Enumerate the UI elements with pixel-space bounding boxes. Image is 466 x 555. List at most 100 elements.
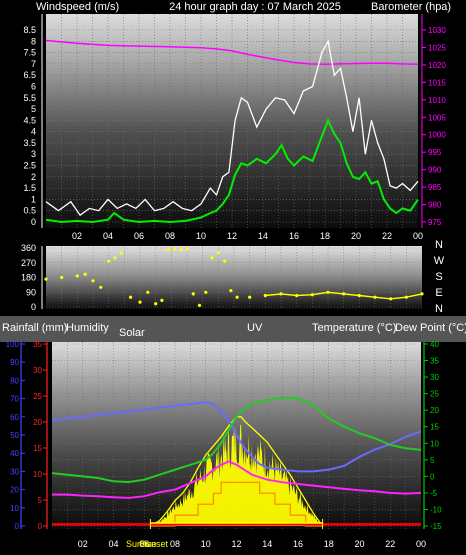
compass-s: S (435, 271, 442, 283)
humidity-tick-label: 50 (10, 431, 19, 440)
wind-y-tick-label: 3.5 (23, 138, 36, 148)
direction-point (160, 298, 164, 302)
wind-x-tick-label: 14 (258, 231, 268, 241)
temperature-tick-label: 40 (430, 340, 439, 349)
wind-y-tick-label: 7 (31, 59, 36, 69)
temperature-tick-label: -5 (430, 489, 438, 498)
temperature-tick-label: 20 (430, 406, 439, 415)
sunset-label: Sunset (140, 539, 169, 549)
wind-x-tick-label: 00 (413, 231, 423, 241)
wind-y-tick-label: 4 (31, 127, 36, 137)
wind-x-tick-label: 18 (320, 231, 330, 241)
lower-x-tick-label: 22 (385, 539, 395, 549)
direction-point (229, 289, 233, 293)
direction-point (91, 279, 95, 283)
temperature-tick-label: 25 (430, 390, 439, 399)
humidity-tick-label: 20 (10, 486, 19, 495)
wind-title: Windspeed (m/s) (36, 1, 119, 13)
wind-y-tick-label: 0 (31, 217, 36, 227)
direction-point (83, 272, 87, 276)
barometer-title: Barometer (hpa) (371, 1, 451, 13)
barometer-tick-label: 985 (428, 183, 442, 192)
wind-x-tick-label: 16 (289, 231, 299, 241)
humidity-tick-label: 40 (10, 449, 19, 458)
rainfall-tick-label: 35 (33, 340, 42, 349)
wind-y-tick-label: 5 (31, 104, 36, 114)
temperature-tick-label: 30 (430, 373, 439, 382)
rainfall-tick-label: 0 (38, 522, 43, 531)
direction-point (146, 290, 150, 294)
direction-y-tick-label: 180 (21, 273, 36, 283)
humidity-tick-label: 60 (10, 413, 19, 422)
wind-y-tick-label: 1.5 (23, 183, 36, 193)
direction-point (129, 295, 133, 299)
dewpoint-title: Dew Point (°C) (395, 322, 466, 334)
uv-title: UV (247, 322, 263, 334)
lower-x-tick-label: 12 (231, 539, 241, 549)
lower-x-tick-label: 02 (78, 539, 88, 549)
wind-y-tick-label: 5.5 (23, 93, 36, 103)
direction-point (235, 295, 239, 299)
barometer-tick-label: 980 (428, 201, 442, 210)
barometer-tick-label: 1025 (428, 43, 446, 52)
barometer-tick-label: 1020 (428, 61, 446, 70)
direction-point (191, 292, 195, 296)
rainfall-tick-label: 5 (38, 496, 43, 505)
barometer-tick-label: 975 (428, 218, 442, 227)
wind-y-tick-label: 6.5 (23, 70, 36, 80)
wind-x-tick-label: 10 (196, 231, 206, 241)
lower-x-tick-label: 20 (354, 539, 364, 549)
direction-point (75, 274, 79, 278)
wind-x-tick-label: 06 (134, 231, 144, 241)
direction-y-tick-label: 90 (26, 287, 36, 297)
compass-e: E (435, 287, 442, 299)
rainfall-tick-label: 15 (33, 444, 42, 453)
temperature-tick-label: 0 (430, 472, 435, 481)
wind-x-tick-label: 04 (103, 231, 113, 241)
direction-point (113, 256, 117, 260)
direction-point (60, 275, 64, 280)
wind-y-tick-label: 2.5 (23, 161, 36, 171)
lower-x-tick-label: 10 (201, 539, 211, 549)
wind-y-tick-label: 2 (31, 172, 36, 182)
humidity-title: Humidity (66, 322, 109, 334)
direction-point (44, 277, 48, 281)
lower-x-tick-label: 08 (170, 539, 180, 549)
lower-x-tick-label: 18 (324, 539, 334, 549)
direction-point (248, 295, 252, 299)
humidity-tick-label: 80 (10, 376, 19, 385)
temperature-tick-label: 5 (430, 456, 435, 465)
lower-x-tick-label: 16 (293, 539, 303, 549)
direction-point (99, 285, 103, 289)
direction-point (179, 248, 183, 252)
direction-point (216, 251, 220, 255)
barometer-tick-label: 1010 (428, 96, 446, 105)
direction-point (185, 246, 189, 250)
humidity-tick-label: 100 (6, 340, 20, 349)
lower-x-tick-label: 14 (262, 539, 272, 549)
direction-y-tick-label: 360 (21, 243, 36, 253)
wind-y-tick-label: 0.5 (23, 206, 36, 216)
compass-n-bottom: N (435, 303, 443, 315)
wind-x-tick-label: 12 (227, 231, 237, 241)
barometer-tick-label: 1005 (428, 113, 446, 122)
solar-title: Solar (119, 327, 145, 339)
wind-x-tick-label: 22 (382, 231, 392, 241)
rainfall-tick-label: 10 (33, 470, 42, 479)
rainfall-tick-label: 30 (33, 366, 42, 375)
compass-w: W (434, 255, 445, 267)
direction-point (119, 251, 123, 255)
barometer-tick-label: 995 (428, 148, 442, 157)
wind-y-tick-label: 8.5 (23, 25, 36, 35)
wind-y-tick-label: 4.5 (23, 115, 36, 125)
compass-n-top: N (435, 239, 443, 251)
sun-labels: Sunrise Sunset (126, 539, 169, 549)
wind-y-tick-label: 7.5 (23, 48, 36, 58)
weather-graph: Windspeed (m/s) 24 hour graph day : 07 M… (0, 0, 466, 555)
lower-x-tick-label: 00 (416, 539, 426, 549)
temperature-tick-label: 10 (430, 439, 439, 448)
humidity-tick-label: 0 (15, 522, 20, 531)
temperature-tick-label: -15 (430, 522, 442, 531)
direction-y-tick-label: 0 (31, 302, 36, 312)
direction-point (204, 290, 208, 294)
